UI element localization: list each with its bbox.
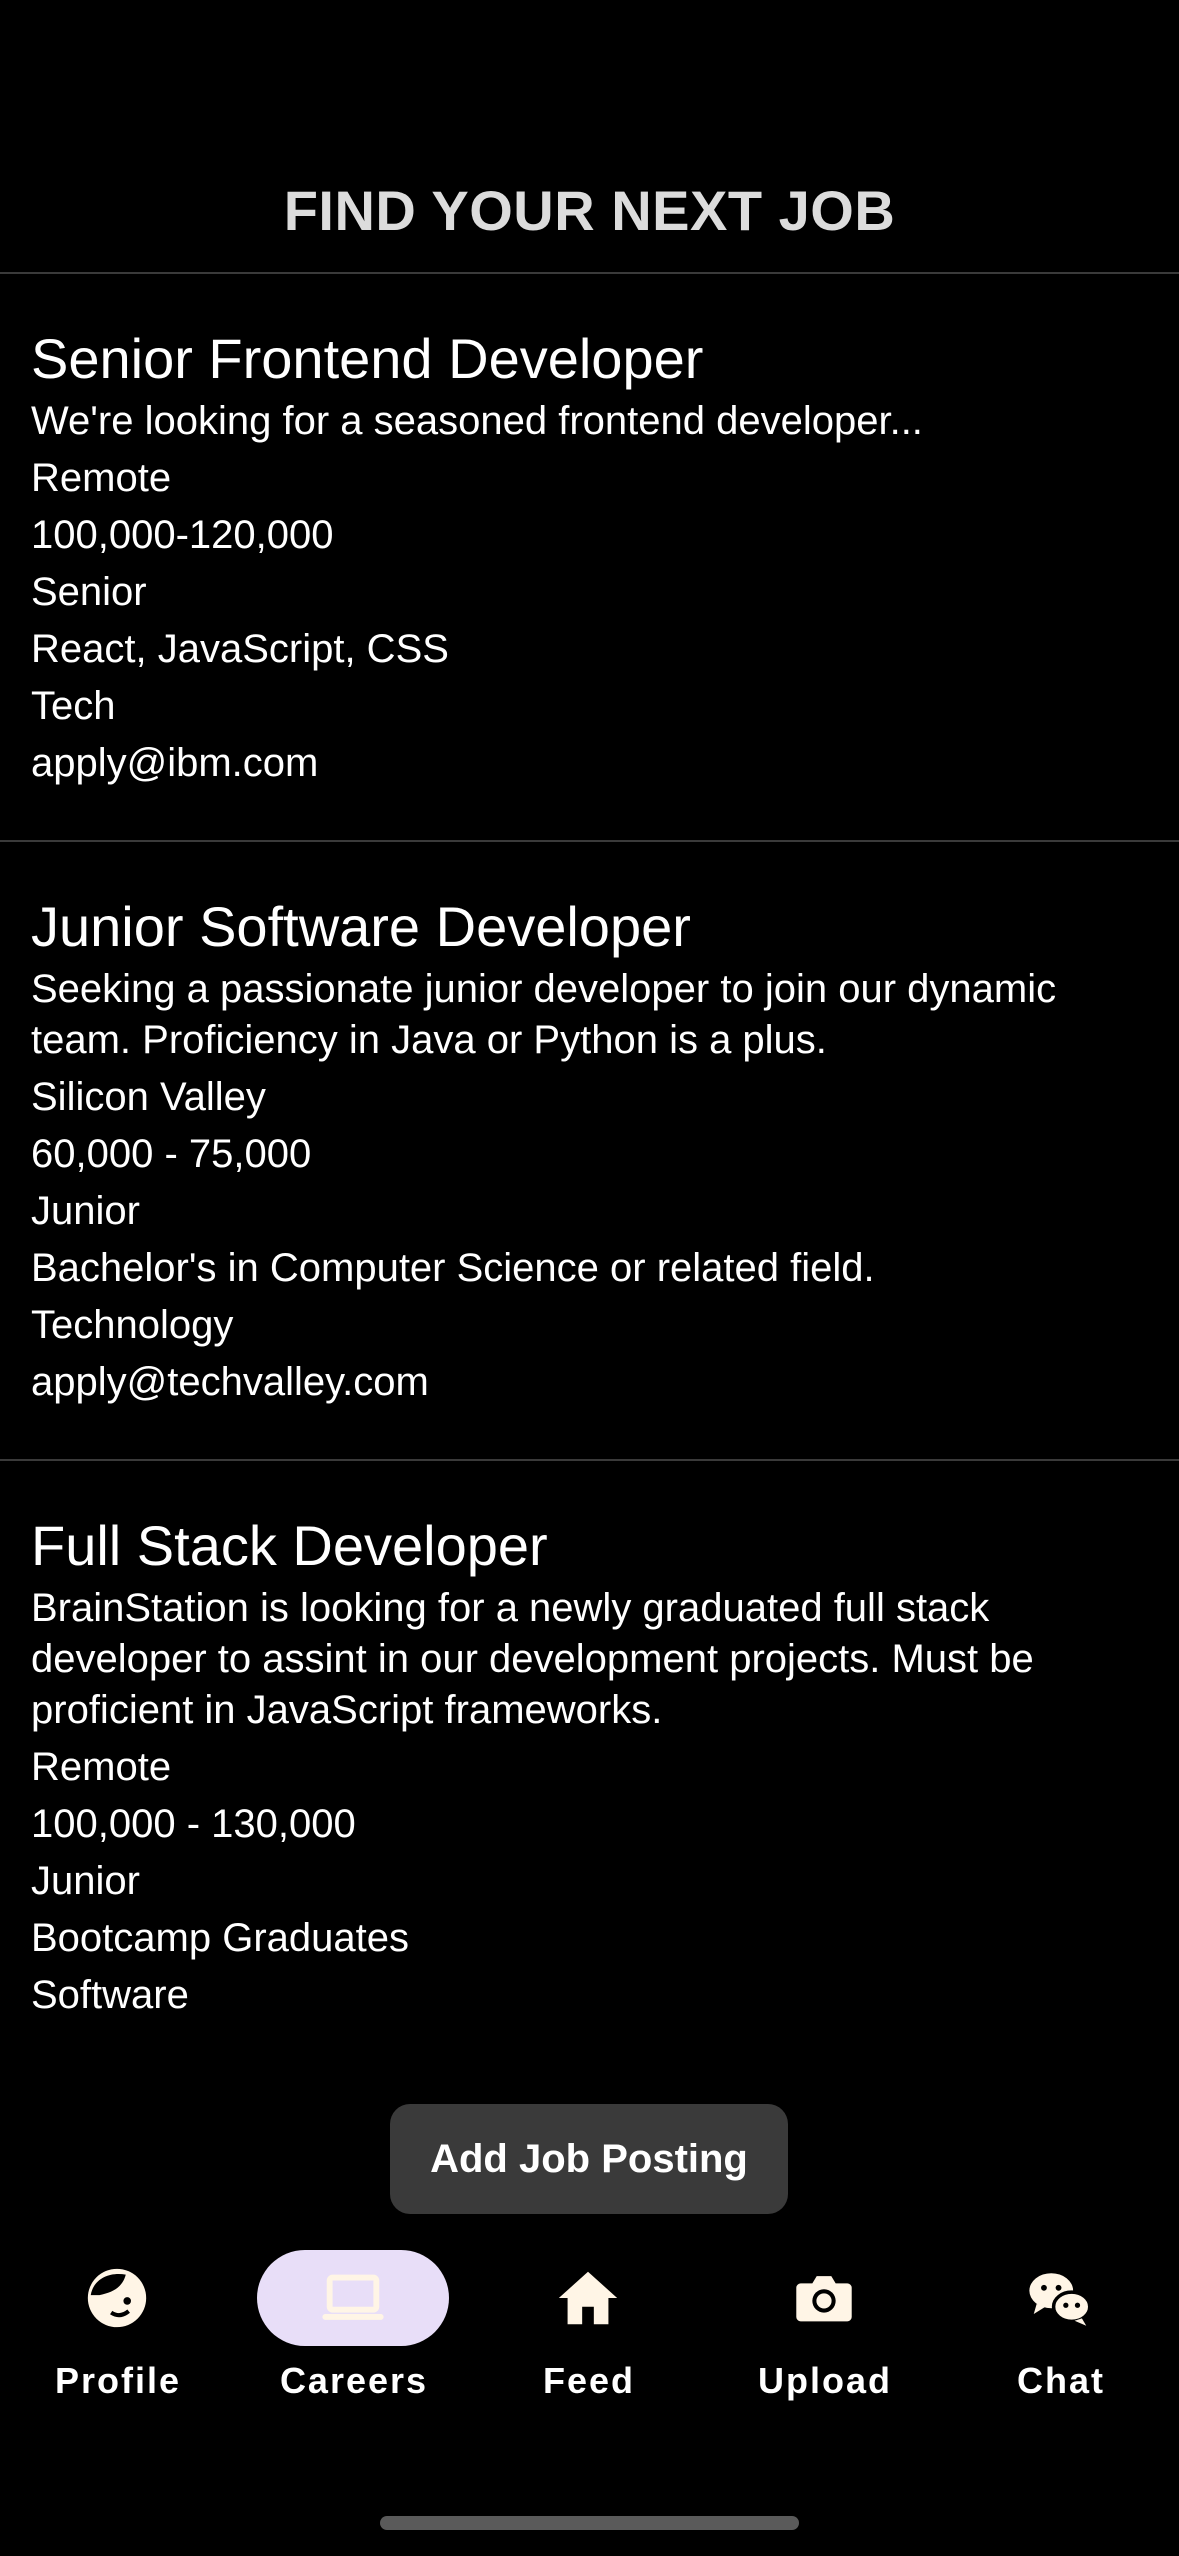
tab-upload[interactable]: Upload xyxy=(707,2240,943,2440)
tab-chat-label: Chat xyxy=(1017,2360,1105,2401)
tab-careers-label: Careers xyxy=(279,2360,429,2401)
camera-icon xyxy=(789,2263,859,2333)
job-level: Junior xyxy=(31,1189,140,1233)
job-requirements: React, JavaScript, CSS xyxy=(31,627,449,671)
job-location: Silicon Valley xyxy=(31,1075,266,1119)
job-description: We're looking for a seasoned frontend de… xyxy=(31,399,923,443)
tab-feed-indicator xyxy=(492,2250,684,2346)
tab-chat[interactable]: Chat xyxy=(943,2240,1179,2440)
job-industry: Software xyxy=(31,1973,189,2017)
home-indicator[interactable] xyxy=(380,2516,799,2530)
tab-upload-label: Upload xyxy=(758,2360,892,2401)
tab-chat-indicator xyxy=(964,2250,1156,2346)
job-requirements: Bachelor's in Computer Science or relate… xyxy=(31,1246,875,1290)
laptop-icon xyxy=(318,2263,388,2333)
job-card[interactable]: Full Stack Developer BrainStation is loo… xyxy=(0,1461,1179,2044)
job-industry: Tech xyxy=(31,684,116,728)
job-level: Junior xyxy=(31,1859,140,1903)
job-card[interactable]: Junior Software Developer Seeking a pass… xyxy=(0,842,1179,1461)
wechat-icon xyxy=(1025,2263,1095,2333)
job-description: Seeking a passionate junior developer to… xyxy=(31,967,1057,1062)
header: FIND YOUR NEXT JOB xyxy=(0,0,1179,274)
job-title: Senior Frontend Developer xyxy=(31,327,704,390)
tab-careers-indicator xyxy=(257,2250,449,2346)
job-location: Remote xyxy=(31,1745,172,1789)
job-salary: 100,000-120,000 xyxy=(31,513,334,557)
job-contact: apply@techvalley.com xyxy=(31,1360,429,1404)
job-requirements: Bootcamp Graduates xyxy=(31,1916,409,1960)
tab-careers[interactable]: Careers xyxy=(236,2240,472,2440)
tab-upload-indicator xyxy=(728,2250,920,2346)
face-icon xyxy=(82,2263,152,2333)
job-salary: 100,000 - 130,000 xyxy=(31,1802,356,1846)
tab-profile[interactable]: Profile xyxy=(0,2240,236,2440)
tab-feed-label: Feed xyxy=(542,2360,636,2401)
job-description: BrainStation is looking for a newly grad… xyxy=(31,1586,1034,1732)
job-location: Remote xyxy=(31,456,172,500)
job-list[interactable]: Senior Frontend Developer We're looking … xyxy=(0,274,1179,2044)
tab-profile-label: Profile xyxy=(54,2360,182,2401)
home-icon xyxy=(553,2263,623,2333)
bottom-tab-bar: Profile Careers Feed Upload Chat xyxy=(0,2240,1179,2440)
job-title: Full Stack Developer xyxy=(31,1514,548,1577)
job-title: Junior Software Developer xyxy=(31,895,691,958)
tab-feed[interactable]: Feed xyxy=(471,2240,707,2440)
job-level: Senior xyxy=(31,570,147,614)
add-job-posting-button[interactable]: Add Job Posting xyxy=(390,2104,788,2214)
job-industry: Technology xyxy=(31,1303,234,1347)
tab-profile-indicator xyxy=(21,2250,213,2346)
job-card[interactable]: Senior Frontend Developer We're looking … xyxy=(0,274,1179,842)
page-title: FIND YOUR NEXT JOB xyxy=(283,179,896,242)
job-salary: 60,000 - 75,000 xyxy=(31,1132,312,1176)
job-contact: apply@ibm.com xyxy=(31,741,319,785)
